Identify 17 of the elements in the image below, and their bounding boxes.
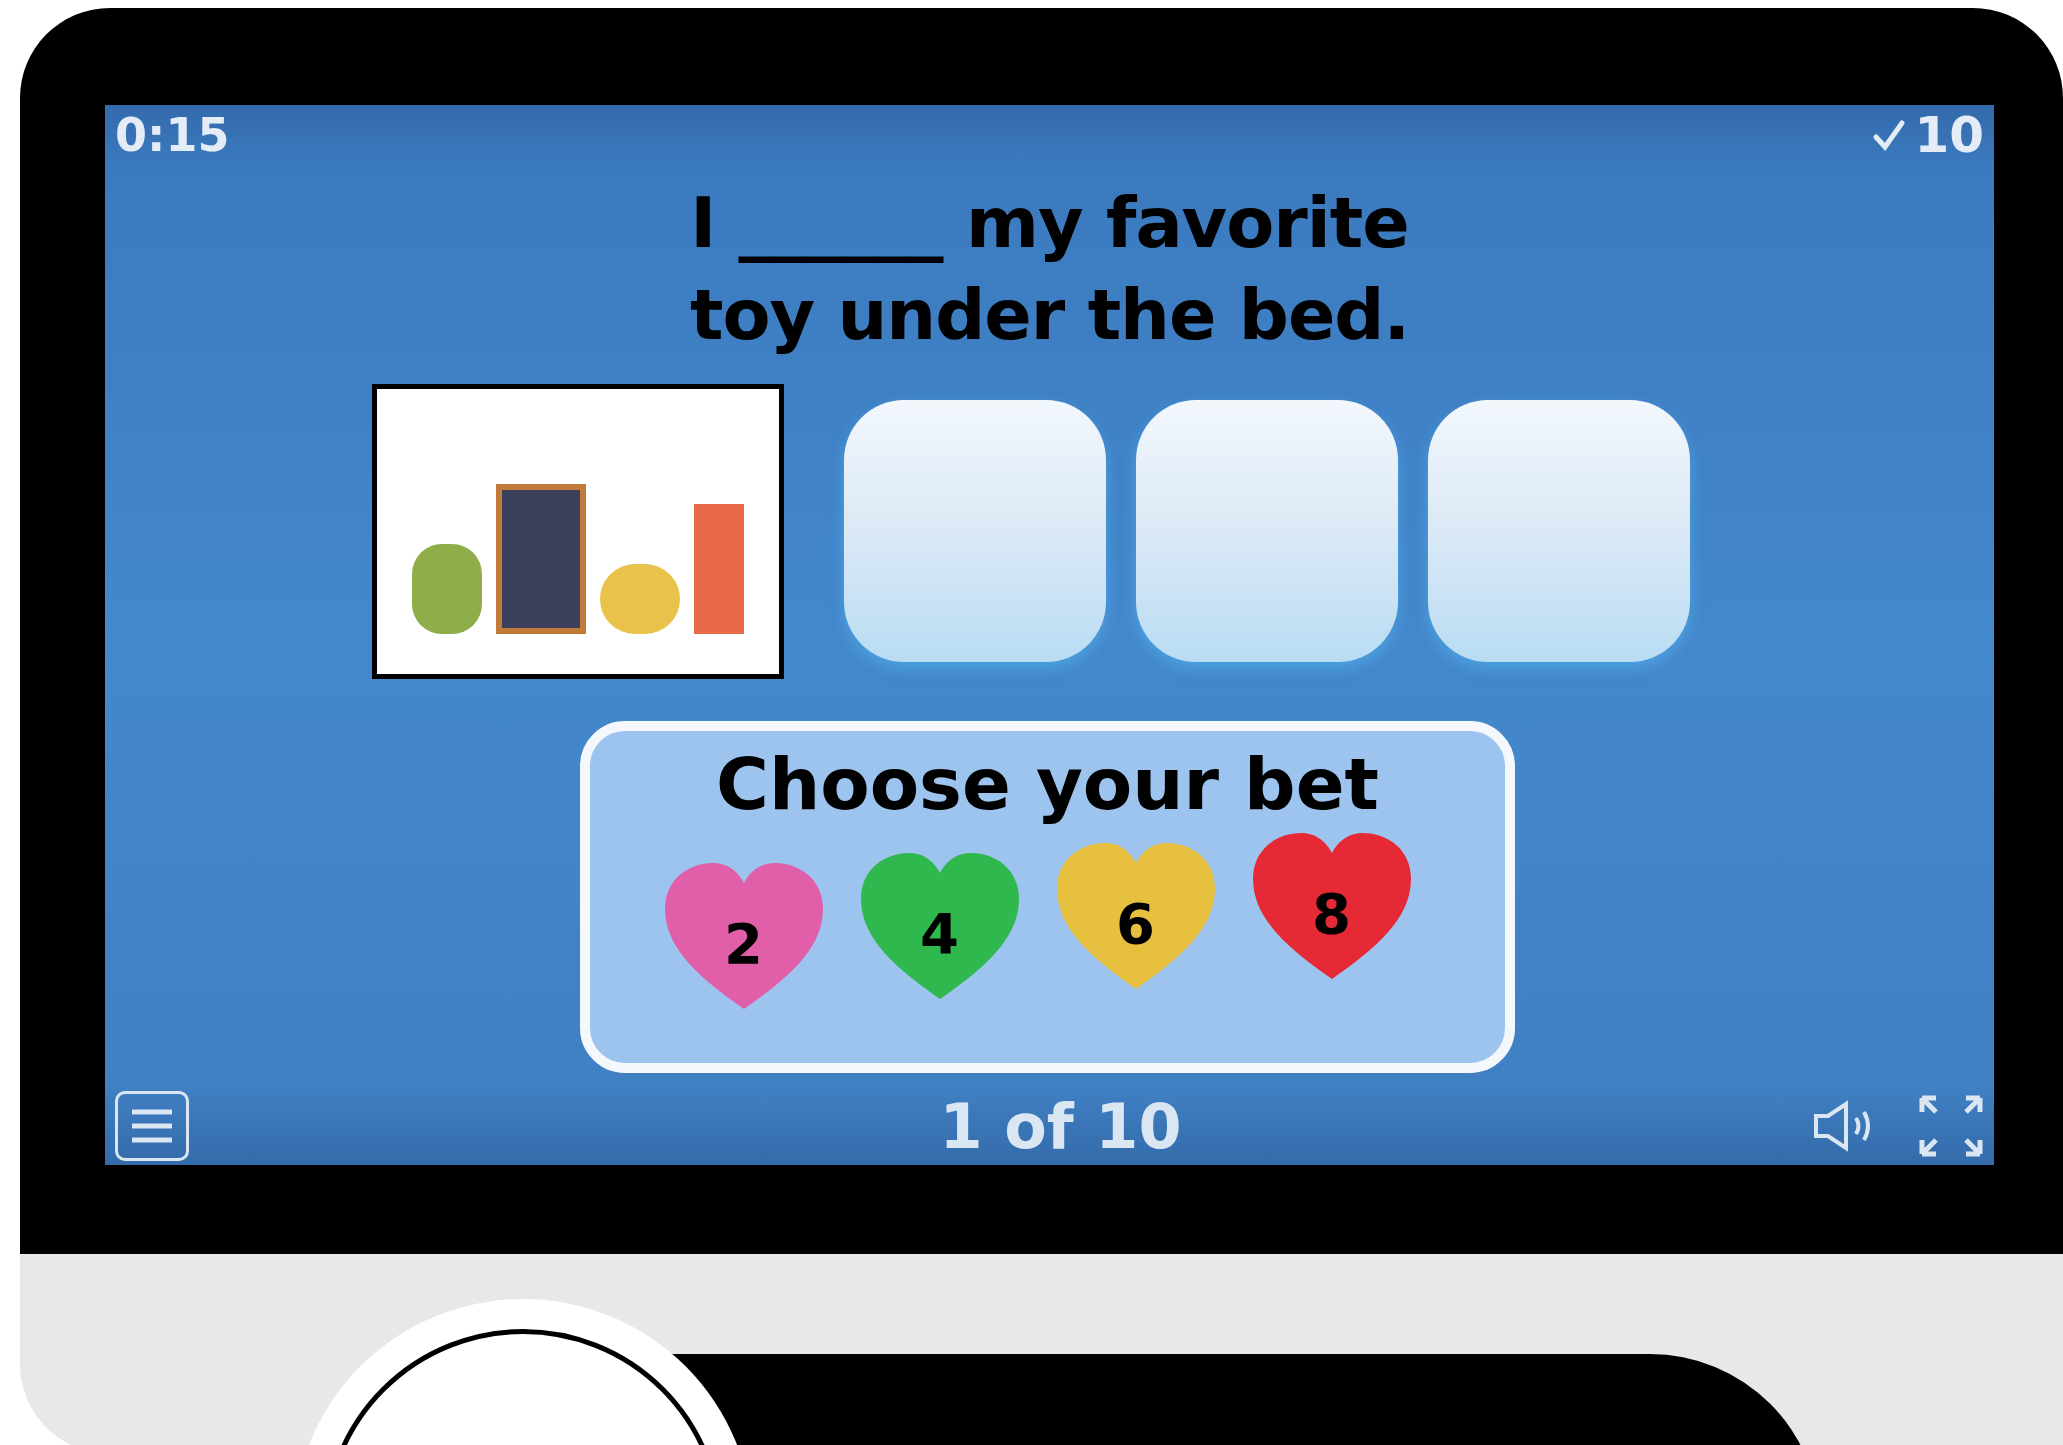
- checkmark-icon: [1872, 118, 1907, 152]
- heart-balloon-button[interactable]: 2: [660, 859, 827, 1029]
- heart-balloon-button[interactable]: 8: [1248, 829, 1415, 999]
- score: 10: [1914, 105, 1984, 166]
- question-counter: 1 of 10: [939, 1088, 1182, 1165]
- timer: 0:15: [115, 106, 230, 164]
- heart-balloon-button[interactable]: 4: [856, 849, 1023, 1019]
- bet-title: Choose your bet: [716, 741, 1379, 828]
- cloud-answer-slot[interactable]: [844, 400, 1106, 662]
- menu-icon: [130, 1108, 174, 1144]
- question-text: I ______ my favorite: [690, 181, 1409, 266]
- cloud-answer-slot[interactable]: [1136, 400, 1398, 662]
- cloud-answer-slot[interactable]: [1428, 400, 1690, 662]
- heart-balloon-button[interactable]: 6: [1052, 839, 1219, 1009]
- fullscreen-icon[interactable]: [1918, 1094, 1984, 1158]
- menu-button[interactable]: [115, 1091, 189, 1161]
- question-text: toy under the bed.: [689, 273, 1410, 358]
